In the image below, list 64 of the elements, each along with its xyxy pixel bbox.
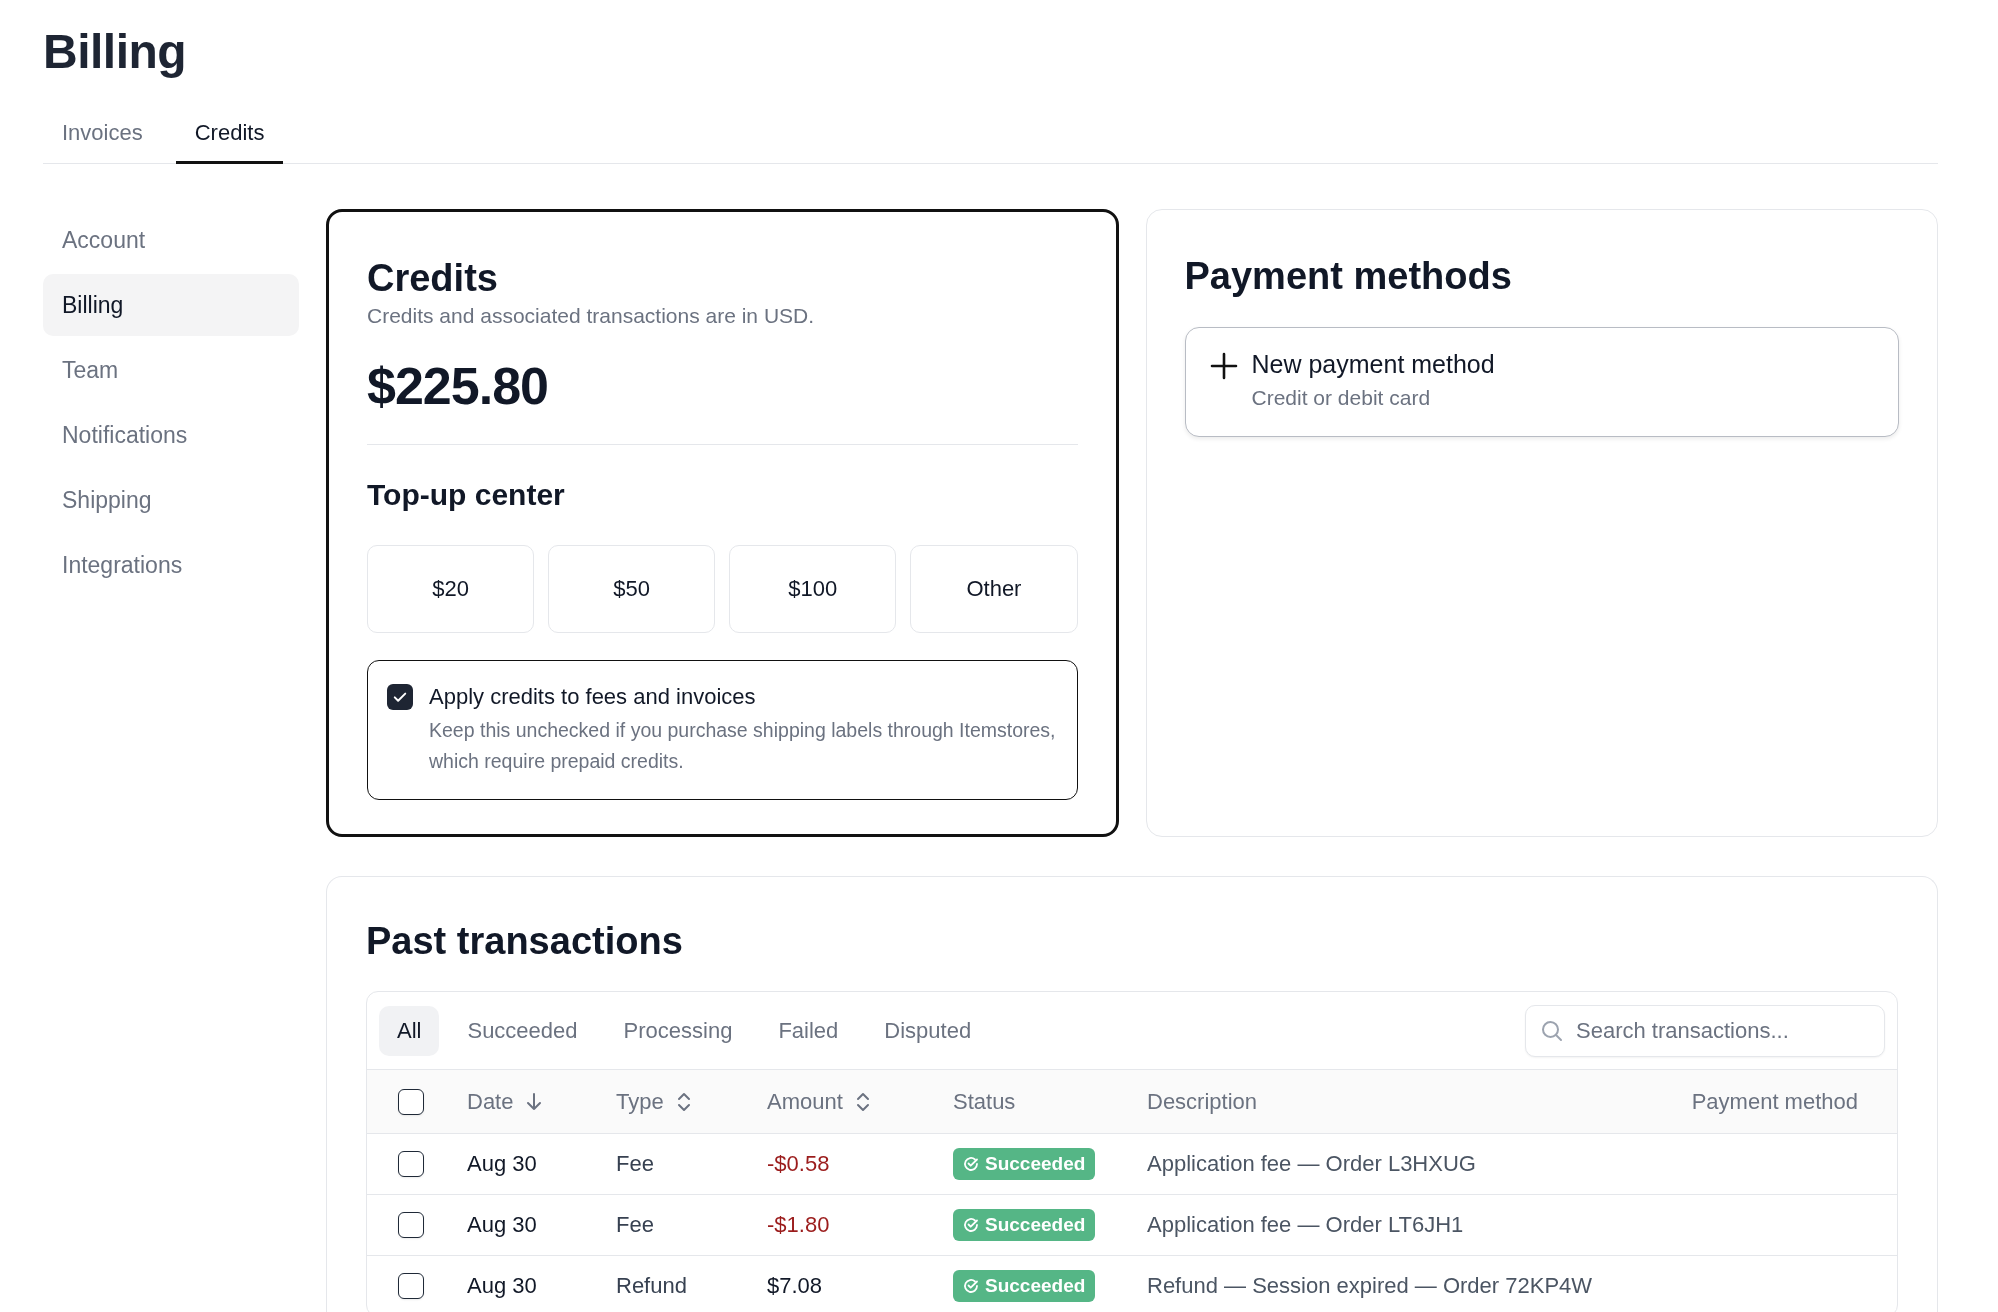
table-cell-text: Application fee — Order LT6JH1: [1147, 1212, 1465, 1238]
check-circle-icon: [963, 1156, 979, 1172]
checkbox[interactable]: [387, 684, 413, 710]
table-cell-text: Application fee — Order L3HXUG: [1147, 1151, 1477, 1177]
checkbox[interactable]: [398, 1273, 424, 1299]
filter-tab[interactable]: Processing: [605, 1005, 751, 1056]
column-header: Description: [1147, 1088, 1258, 1115]
tab[interactable]: Invoices: [43, 104, 162, 164]
sort-icon[interactable]: [854, 1090, 871, 1113]
checkbox[interactable]: [398, 1088, 424, 1115]
amount-button[interactable]: $20: [367, 545, 535, 633]
card-title: Past transactions: [366, 919, 684, 964]
tab[interactable]: Credits: [175, 104, 284, 164]
amount-button[interactable]: $50: [548, 545, 716, 633]
table-cell-text: Fee: [616, 1212, 655, 1238]
option-description: Keep this unchecked if you purchase shipping labels through Itemstores, which require prepaid credits.: [429, 718, 1057, 774]
filter-tab[interactable]: All: [379, 1005, 440, 1056]
table-cell-text: Aug 30: [467, 1151, 538, 1177]
table-cell-text: Refund — Session expired — Order 72KP4W: [1147, 1273, 1594, 1299]
new-payment-method-button[interactable]: New payment method Credit or debit card: [1184, 327, 1899, 437]
column-header: Amount: [767, 1088, 843, 1115]
amount-cell-text: $7.08: [767, 1273, 824, 1299]
checkbox-label: Apply credits to fees and invoices: [429, 683, 757, 711]
button-sublabel: Credit or debit card: [1251, 386, 1432, 410]
sidebar-item[interactable]: Notifications: [43, 404, 299, 466]
plus-icon: [1209, 352, 1238, 380]
sidebar-item[interactable]: Integrations: [43, 534, 299, 596]
filter-tab[interactable]: Disputed: [866, 1005, 990, 1056]
sidebar-item[interactable]: Billing: [43, 274, 299, 336]
checkbox[interactable]: [398, 1212, 424, 1238]
amount-cell-text: -$0.58: [767, 1151, 831, 1177]
table-cell-text: Aug 30: [467, 1212, 538, 1238]
amount-button[interactable]: $100: [729, 545, 897, 633]
checkbox[interactable]: [398, 1151, 424, 1177]
check-circle-icon: [963, 1278, 979, 1294]
table-cell-text: Refund: [616, 1273, 688, 1299]
filter-tab[interactable]: Succeeded: [449, 1005, 596, 1056]
page-title: Billing: [43, 24, 188, 80]
sidebar-item[interactable]: Shipping: [43, 469, 299, 531]
column-header: Status: [953, 1088, 1016, 1115]
card-title: Payment methods: [1184, 254, 1513, 299]
card-subtitle: Credits and associated transactions are in USD.: [367, 304, 816, 328]
sort-descending-icon[interactable]: [525, 1091, 544, 1112]
credit-balance: $225.80: [367, 356, 549, 417]
search-field[interactable]: Search transactions...: [1525, 1004, 1885, 1057]
status-badge: Succeeded: [953, 1148, 1096, 1180]
filter-tab[interactable]: Failed: [760, 1005, 857, 1056]
column-header: Date: [467, 1088, 514, 1115]
status-badge: Succeeded: [953, 1270, 1096, 1302]
table-cell-text: Fee: [616, 1151, 655, 1177]
sidebar-item[interactable]: Account: [43, 209, 299, 271]
amount-cell-text: -$1.80: [767, 1212, 831, 1238]
button-label: New payment method: [1251, 349, 1495, 380]
sort-icon[interactable]: [675, 1090, 692, 1113]
table-cell-text: Aug 30: [467, 1273, 538, 1299]
column-header: Payment method: [1691, 1088, 1858, 1115]
amount-button[interactable]: Other: [910, 545, 1078, 633]
check-circle-icon: [963, 1217, 979, 1233]
column-header: Type: [616, 1088, 664, 1115]
status-badge: Succeeded: [953, 1209, 1096, 1241]
card-title: Credits: [367, 256, 499, 301]
section-title: Top-up center: [367, 477, 566, 513]
search-icon: [1541, 1019, 1563, 1042]
sidebar-item[interactable]: Team: [43, 339, 299, 401]
